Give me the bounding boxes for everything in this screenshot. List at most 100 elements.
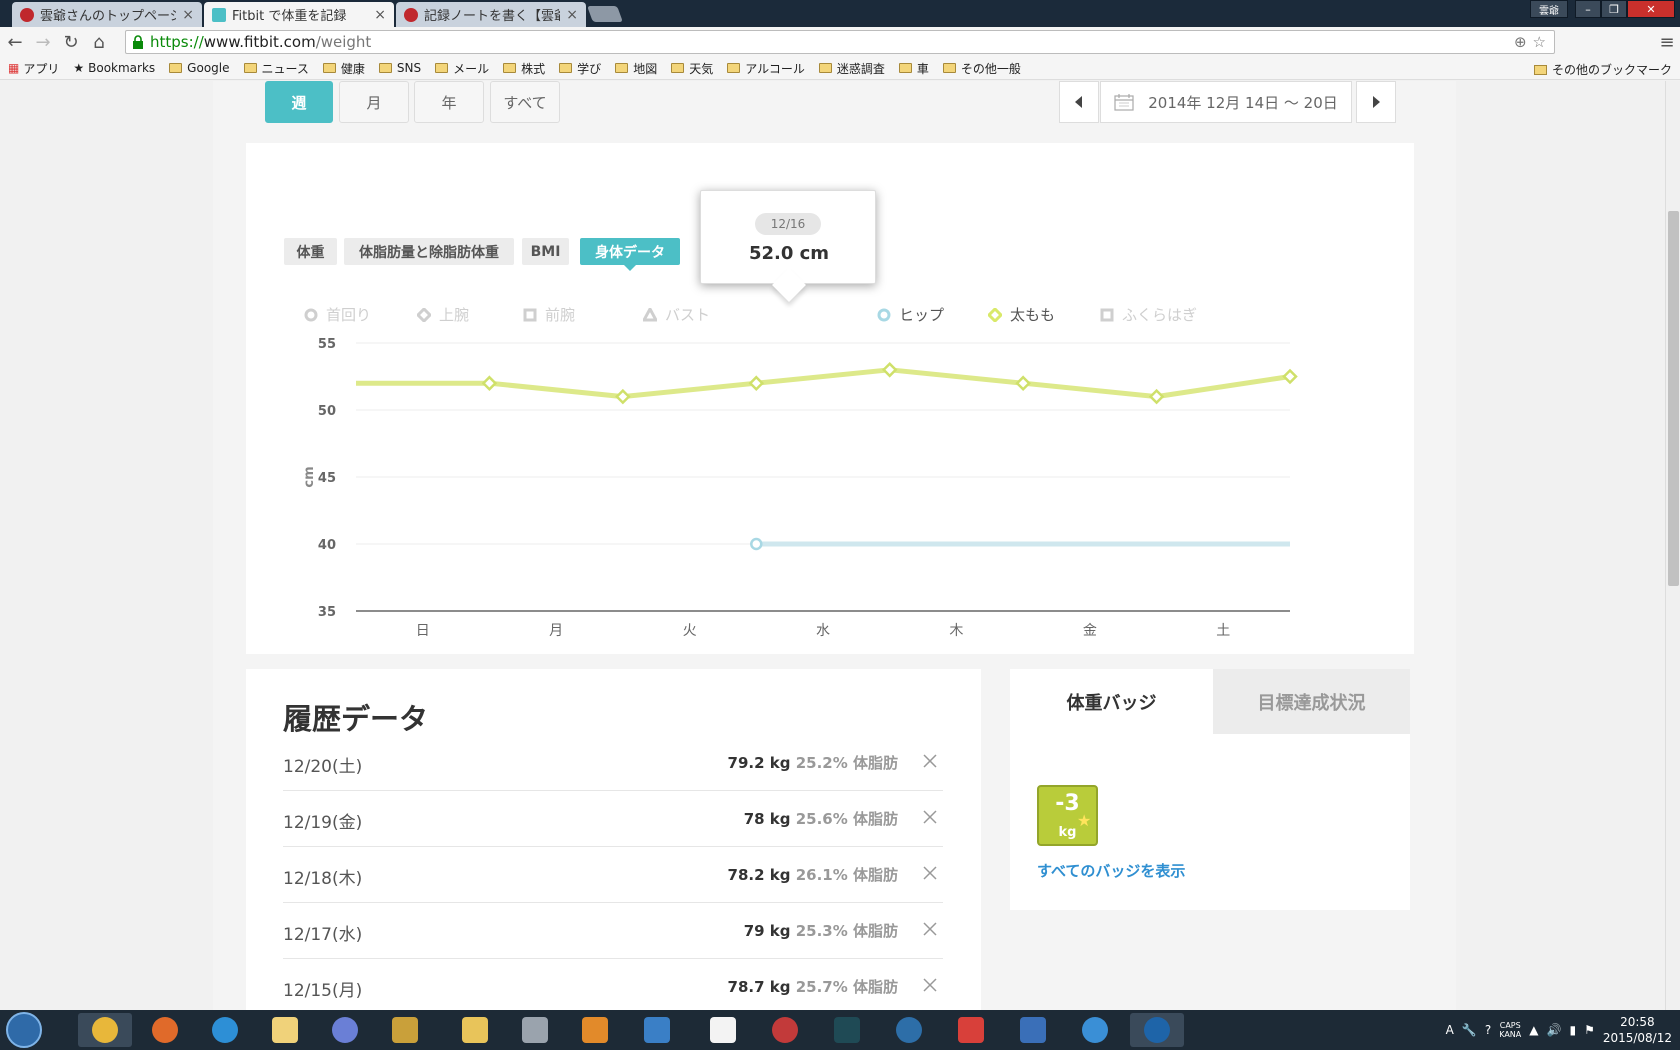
history-row[interactable]: 12/17(水) 79 kg 25.3% 体脂肪: [283, 903, 943, 959]
delete-icon[interactable]: [922, 977, 938, 993]
bookmark-bookmarks[interactable]: ★ Bookmarks: [73, 61, 155, 75]
chevron-left-icon: [1075, 96, 1082, 108]
folder-icon: [462, 1017, 488, 1043]
range-year-button[interactable]: 年: [414, 81, 484, 123]
bookmark-star-icon[interactable]: ☆: [1533, 33, 1546, 51]
delete-icon[interactable]: [922, 921, 938, 937]
tab-strip: 雲爺さんのトップページ × Fitbit で体重を記録 × 記録ノートを書く【雲…: [0, 0, 1680, 27]
chrome-taskbar-app[interactable]: [78, 1013, 132, 1047]
folder-icon: [169, 63, 183, 73]
clock[interactable]: 20:58 2015/08/12: [1603, 1014, 1672, 1046]
history-row[interactable]: 12/19(金) 78 kg 25.6% 体脂肪: [283, 791, 943, 847]
history-row[interactable]: 12/18(木) 78.2 kg 26.1% 体脂肪: [283, 847, 943, 903]
bookmark-folder[interactable]: Google: [169, 61, 230, 75]
globe-taskbar-app[interactable]: [1068, 1013, 1122, 1047]
delete-icon[interactable]: [922, 753, 938, 769]
range-all-button[interactable]: すべて: [490, 81, 560, 123]
kana-label: KANA: [1499, 1030, 1522, 1039]
bookmark-folder[interactable]: メール: [435, 60, 489, 77]
mahjong-taskbar-app[interactable]: [696, 1013, 750, 1047]
tools-taskbar-app[interactable]: [378, 1013, 432, 1047]
printer-taskbar-app[interactable]: [508, 1013, 562, 1047]
tab-weight-badges[interactable]: 体重バッジ: [1010, 669, 1213, 734]
other-bookmarks[interactable]: その他のブックマーク: [1533, 61, 1672, 78]
app-taskbar-app[interactable]: [318, 1013, 372, 1047]
restore-button[interactable]: ❐: [1601, 0, 1627, 18]
date-range-picker[interactable]: 2014年 12月 14日 ～ 20日: [1100, 81, 1352, 123]
caps-label: CAPS: [1499, 1021, 1521, 1030]
bookmark-label: 学び: [577, 61, 602, 76]
range-month-button[interactable]: 月: [339, 81, 409, 123]
bookmark-folder[interactable]: ニュース: [243, 60, 309, 77]
app-taskbar-app[interactable]: [758, 1013, 812, 1047]
bookmark-label: ニュース: [261, 61, 309, 76]
folder-icon: [1533, 64, 1547, 75]
page-scrollbar[interactable]: [1665, 81, 1680, 1010]
folder-icon: [243, 63, 257, 73]
m-app-taskbar-app[interactable]: [882, 1013, 936, 1047]
bookmark-folder[interactable]: 学び: [559, 60, 601, 77]
history-weight: 78.7 kg: [727, 978, 791, 996]
weight-loss-badge-icon[interactable]: -3 kg ★: [1037, 785, 1098, 846]
notes-taskbar-app[interactable]: [258, 1013, 312, 1047]
hp-taskbar-app[interactable]: [1130, 1013, 1184, 1047]
window-user-badge[interactable]: 雲爺: [1530, 0, 1568, 18]
reload-icon[interactable]: ↻: [58, 29, 84, 55]
tab-fitbit[interactable]: Fitbit で体重を記録 ×: [204, 2, 394, 27]
new-tab-button[interactable]: [587, 6, 623, 22]
close-tab-icon[interactable]: ×: [374, 7, 386, 23]
explorer-taskbar-app[interactable]: [448, 1013, 502, 1047]
minimize-button[interactable]: –: [1575, 0, 1601, 18]
menu-icon[interactable]: ≡: [1654, 29, 1680, 55]
back-icon[interactable]: ←: [2, 29, 28, 55]
scrollbar-thumb[interactable]: [1668, 211, 1679, 586]
close-tab-icon[interactable]: ×: [182, 7, 194, 23]
range-week-button[interactable]: 週: [265, 81, 333, 123]
history-date: 12/19(金): [283, 813, 363, 833]
ie-taskbar-app[interactable]: [198, 1013, 252, 1047]
flag-icon[interactable]: ⚑: [1584, 1023, 1595, 1037]
bookmark-folder[interactable]: 株式: [503, 60, 545, 77]
bookmark-folder[interactable]: その他一般: [942, 60, 1021, 77]
tab-top-page[interactable]: 雲爺さんのトップページ ×: [12, 2, 202, 27]
media-taskbar-app[interactable]: [568, 1013, 622, 1047]
grid-app-taskbar-app[interactable]: [944, 1013, 998, 1047]
bookmark-folder[interactable]: 健康: [322, 60, 365, 77]
tray-expand-icon[interactable]: ▲: [1529, 1023, 1538, 1037]
previous-week-button[interactable]: [1059, 81, 1099, 123]
bookmark-folder[interactable]: SNS: [378, 61, 421, 75]
bookmark-folder[interactable]: 車: [898, 60, 929, 77]
home-icon[interactable]: ⌂: [86, 29, 112, 55]
history-row[interactable]: 12/15(月) 78.7 kg 25.7% 体脂肪: [283, 959, 943, 1010]
forward-icon[interactable]: →: [30, 29, 56, 55]
bookmark-folder[interactable]: 地図: [615, 60, 657, 77]
firefox-taskbar-app[interactable]: [138, 1013, 192, 1047]
start-button[interactable]: [6, 1012, 42, 1048]
view-all-badges-link[interactable]: すべてのバッジを表示: [1037, 860, 1185, 881]
tools-icon: [392, 1017, 418, 1043]
zoom-icon[interactable]: ⊕: [1514, 33, 1527, 51]
history-row[interactable]: 12/20(土) 79.2 kg 25.2% 体脂肪: [283, 735, 943, 791]
help-icon[interactable]: ?: [1485, 1023, 1491, 1037]
bookmark-folder[interactable]: 迷惑調査: [818, 60, 885, 77]
ime-icon[interactable]: A: [1446, 1023, 1454, 1037]
tab-record-note[interactable]: 記録ノートを書く【雲爺】 ×: [396, 2, 586, 27]
address-bar[interactable]: https://www.fitbit.com/weight ⊕ ☆: [125, 30, 1555, 54]
delete-icon[interactable]: [922, 809, 938, 825]
delete-icon[interactable]: [922, 865, 938, 881]
network-icon[interactable]: ▮: [1569, 1023, 1576, 1037]
close-tab-icon[interactable]: ×: [566, 7, 578, 23]
bookmark-apps[interactable]: ▦ アプリ: [8, 60, 59, 77]
chart-taskbar-app[interactable]: [630, 1013, 684, 1047]
tab-goal-status[interactable]: 目標達成状況: [1213, 669, 1410, 734]
volume-icon[interactable]: 🔊: [1547, 1023, 1562, 1037]
site-favicon-icon: [404, 7, 418, 22]
bookmark-folder[interactable]: 天気: [671, 60, 713, 77]
next-week-button[interactable]: [1356, 81, 1396, 123]
close-window-button[interactable]: ✕: [1627, 0, 1675, 18]
bookmark-label: その他のブックマーク: [1551, 63, 1672, 77]
bookmark-folder[interactable]: アルコール: [727, 60, 805, 77]
wrench-icon[interactable]: 🔧: [1462, 1023, 1477, 1037]
fitbit-taskbar-app[interactable]: [820, 1013, 874, 1047]
check-app-taskbar-app[interactable]: [1006, 1013, 1060, 1047]
